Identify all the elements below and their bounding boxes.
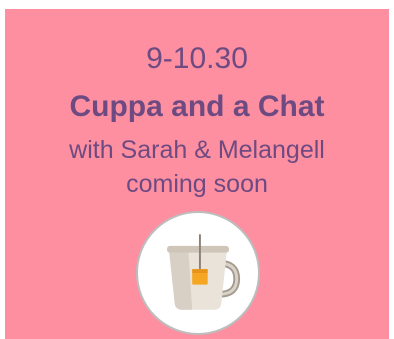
tea-icon-badge xyxy=(136,211,260,335)
event-time: 9-10.30 xyxy=(146,42,248,75)
tea-mug-icon xyxy=(167,234,241,310)
event-title: Cuppa and a Chat xyxy=(69,90,325,123)
event-status: coming soon xyxy=(126,170,268,198)
event-hosts: with Sarah & Melangell xyxy=(69,136,325,164)
event-card: 9-10.30 Cuppa and a Chat with Sarah & Me… xyxy=(5,9,389,339)
